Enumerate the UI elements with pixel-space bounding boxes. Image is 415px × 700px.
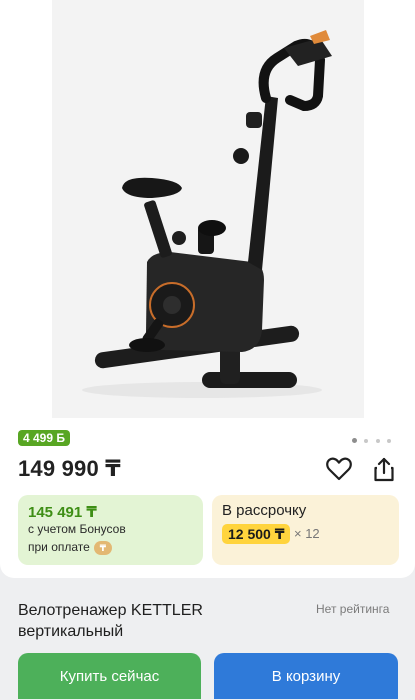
exercise-bike-illustration (82, 30, 332, 398)
product-title: Велотренажер KETTLER вертикальный (18, 602, 203, 640)
product-image[interactable] (52, 0, 364, 418)
installment-multiplier: × 12 (294, 526, 320, 541)
product-price: 149 990 ₸ (18, 456, 121, 481)
installment-title: В рассрочку (222, 502, 307, 519)
payment-coin-icon: ₸ (93, 540, 112, 555)
gallery-dot[interactable] (352, 438, 357, 443)
share-button[interactable] (370, 455, 398, 483)
buy-now-button[interactable]: Купить сейчас (18, 653, 201, 699)
bonus-price-card[interactable]: 145 491 ₸ с учетом Бонусов при оплате ₸ (18, 495, 203, 565)
gallery-dot[interactable] (375, 439, 380, 443)
rating-status[interactable]: Нет рейтинга (316, 602, 389, 616)
gallery-pagination[interactable] (352, 430, 394, 443)
heart-icon (326, 457, 352, 481)
product-card: 4 499 Б 149 990 ₸ 145 491 ₸ с учетом Бон… (0, 0, 415, 578)
installment-amount: 12 500 ₸ (222, 524, 291, 544)
installment-card[interactable]: В рассрочку 12 500 ₸ × 12 (212, 495, 399, 565)
bonus-note: с учетом Бонусов (28, 522, 126, 536)
bonus-badge: 4 499 Б (18, 430, 70, 446)
gallery-dot[interactable] (387, 439, 392, 443)
gallery-dot[interactable] (364, 439, 369, 443)
bonus-price: 145 491 ₸ (28, 504, 97, 521)
add-to-cart-button[interactable]: В корзину (214, 653, 398, 699)
payment-note: при оплате ₸ (28, 540, 112, 555)
payment-note-text: при оплате (28, 540, 90, 554)
favorite-button[interactable] (325, 456, 353, 482)
share-icon (374, 457, 394, 482)
